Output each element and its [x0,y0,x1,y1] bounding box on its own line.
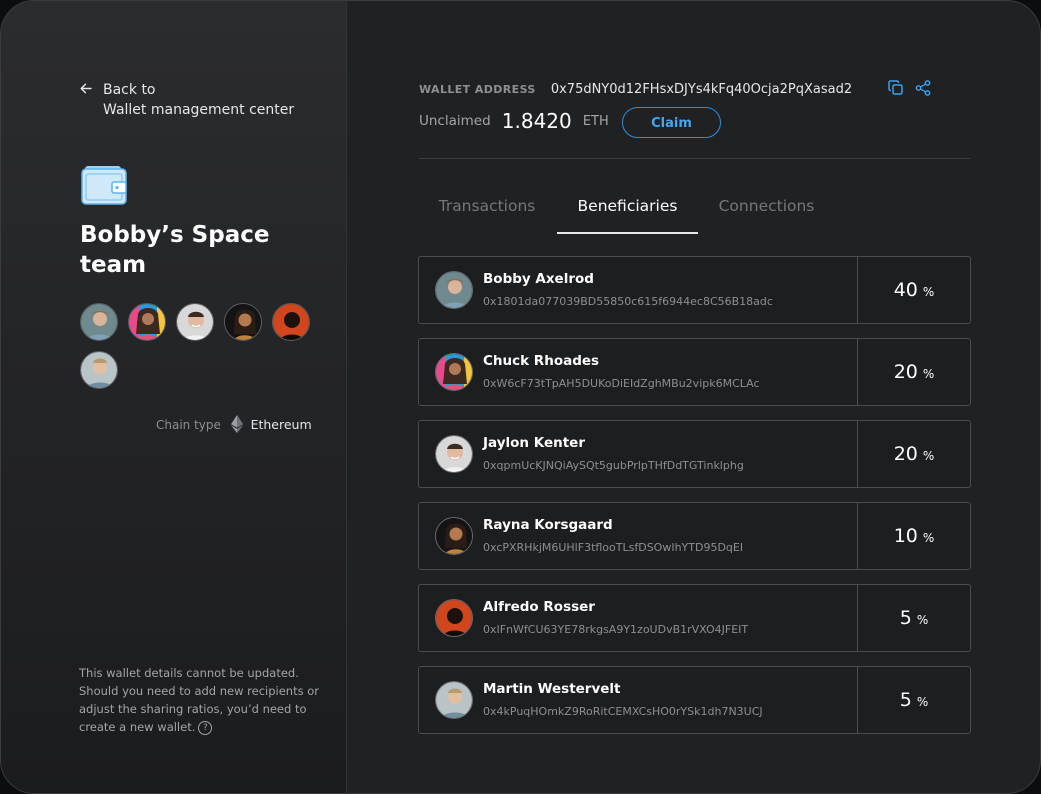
beneficiary-address: 0xcPXRHkjM6UHlF3tflooTLsfDSOwIhYTD95DqEI [483,541,744,554]
beneficiary-address: 0x1801da077039BD55850c615f6944ec8C56B18a… [483,295,773,308]
share-value: 5 [899,607,912,629]
back-link-target: Wallet management center [103,102,295,118]
beneficiary-name: Martin Westervelt [483,681,621,697]
beneficiary-row[interactable]: Rayna Korsgaard 0xcPXRHkjM6UHlF3tflooTLs… [418,502,971,570]
copy-icon[interactable] [888,79,904,100]
share-unit: % [916,613,929,627]
arrow-left-icon [80,80,98,100]
unclaimed-unit: ETH [582,113,609,129]
beneficiary-row[interactable]: Jaylon Kenter 0xqpmUcKJNQiAySQt5gubPrlpT… [418,420,971,488]
help-icon[interactable]: ? [198,720,213,735]
avatar [435,681,473,719]
beneficiary-share: 40% [858,257,970,323]
avatar[interactable] [272,303,310,341]
wallet-address-label: WALLET ADDRESS [419,83,536,96]
beneficiary-share: 5% [858,585,970,651]
wallet-icon [81,164,129,206]
sidebar: Back to Wallet management center Bobby’s… [1,1,347,793]
beneficiary-address: 0xIFnWfCU63YE78rkgsA9Y1zoUDvB1rVXO4JFEIT [483,623,749,636]
back-link-label: Back to [103,82,156,98]
wallet-address-actions [888,79,937,100]
avatar[interactable] [80,303,118,341]
avatar[interactable] [224,303,262,341]
beneficiary-name: Bobby Axelrod [483,271,594,287]
share-value: 10 [893,525,918,547]
share-value: 40 [893,279,918,301]
beneficiary-share: 5% [858,667,970,733]
beneficiary-name: Jaylon Kenter [483,435,585,451]
chain-type: Chain type Ethereum [156,415,312,436]
beneficiary-share: 10% [858,503,970,569]
share-unit: % [922,449,935,463]
wallet-address: 0x75dNY0d12FHsxDJYs4kFq40Ocja2PqXasad2 [550,82,853,97]
share-value: 20 [893,443,918,465]
share-value: 20 [893,361,918,383]
beneficiary-address: 0xW6cF73tTpAH5DUKoDiEIdZghMBu2vipk6MCLAc [483,377,760,390]
share-unit: % [922,367,935,381]
unclaimed-row: Unclaimed 1.8420 ETH [419,109,609,139]
chain-type-value: Ethereum [250,417,312,432]
beneficiary-row[interactable]: Alfredo Rosser 0xIFnWfCU63YE78rkgsA9Y1zo… [418,584,971,652]
avatar [435,353,473,391]
claim-button[interactable]: Claim [622,107,721,138]
tab-transactions[interactable]: Transactions [419,187,555,232]
team-name: Bobby’s Space team [80,222,270,278]
divider [419,158,970,159]
wallet-address-row: WALLET ADDRESS 0x75dNY0d12FHsxDJYs4kFq40… [419,78,852,97]
avatar[interactable] [80,351,118,389]
back-link[interactable]: Back to Wallet management center [80,80,294,120]
share-icon[interactable] [915,79,931,100]
unclaimed-value: 1.8420 [501,109,572,133]
avatar [435,435,473,473]
beneficiary-row[interactable]: Bobby Axelrod 0x1801da077039BD55850c615f… [418,256,971,324]
beneficiary-share: 20% [858,421,970,487]
avatar[interactable] [128,303,166,341]
tab-beneficiaries[interactable]: Beneficiaries [557,187,698,234]
tab-connections[interactable]: Connections [699,187,834,232]
avatar [435,599,473,637]
beneficiary-name: Chuck Rhoades [483,353,600,369]
beneficiary-name: Rayna Korsgaard [483,517,613,533]
ethereum-icon [230,415,243,436]
app-window: Back to Wallet management center Bobby’s… [0,0,1041,794]
wallet-note: This wallet details cannot be updated. S… [79,664,324,736]
beneficiary-address: 0x4kPuqHOmkZ9RoRitCEMXCsHO0rYSk1dh7N3UCJ [483,705,763,718]
avatar [435,271,473,309]
share-unit: % [916,695,929,709]
chain-type-label: Chain type [156,418,221,432]
beneficiary-share: 20% [858,339,970,405]
share-unit: % [922,285,935,299]
beneficiary-address: 0xqpmUcKJNQiAySQt5gubPrlpTHfDdTGTinklphg [483,459,744,472]
beneficiary-name: Alfredo Rosser [483,599,595,615]
avatar[interactable] [176,303,214,341]
share-unit: % [922,531,935,545]
beneficiary-row[interactable]: Chuck Rhoades 0xW6cF73tTpAH5DUKoDiEIdZgh… [418,338,971,406]
unclaimed-label: Unclaimed [419,113,491,129]
avatar [435,517,473,555]
beneficiary-row[interactable]: Martin Westervelt 0x4kPuqHOmkZ9RoRitCEMX… [418,666,971,734]
share-value: 5 [899,689,912,711]
